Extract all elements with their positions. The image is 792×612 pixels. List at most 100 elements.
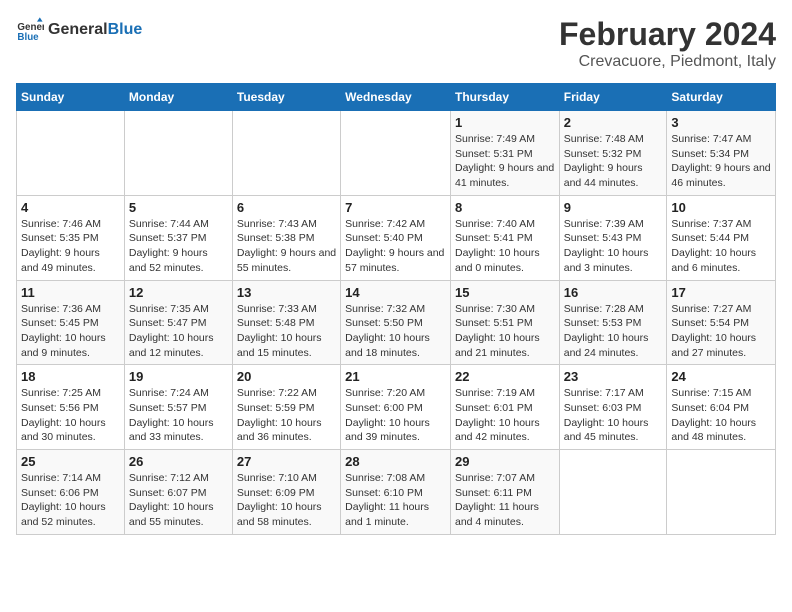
day-number: 8 [455,200,555,215]
day-info: Sunrise: 7:27 AMSunset: 5:54 PMDaylight:… [671,302,771,361]
day-info: Sunrise: 7:20 AMSunset: 6:00 PMDaylight:… [345,386,446,445]
day-cell: 26 Sunrise: 7:12 AMSunset: 6:07 PMDayligh… [124,450,232,535]
day-number: 13 [237,285,336,300]
day-info: Sunrise: 7:49 AMSunset: 5:31 PMDaylight:… [455,132,555,191]
day-number: 6 [237,200,336,215]
calendar-table: SundayMondayTuesdayWednesdayThursdayFrid… [16,83,776,535]
day-info: Sunrise: 7:44 AMSunset: 5:37 PMDaylight:… [129,217,228,276]
col-header-saturday: Saturday [667,84,776,111]
day-info: Sunrise: 7:32 AMSunset: 5:50 PMDaylight:… [345,302,446,361]
day-cell: 13 Sunrise: 7:33 AMSunset: 5:48 PMDayligh… [232,280,340,365]
day-info: Sunrise: 7:43 AMSunset: 5:38 PMDaylight:… [237,217,336,276]
week-row-1: 1 Sunrise: 7:49 AMSunset: 5:31 PMDaylight… [17,111,776,196]
day-info: Sunrise: 7:10 AMSunset: 6:09 PMDaylight:… [237,471,336,530]
title-area: February 2024 Crevacuore, Piedmont, Ital… [559,16,776,71]
day-number: 25 [21,454,120,469]
location: Crevacuore, Piedmont, Italy [559,53,776,71]
day-cell [341,111,451,196]
day-number: 23 [564,369,663,384]
week-row-5: 25 Sunrise: 7:14 AMSunset: 6:06 PMDayligh… [17,450,776,535]
day-info: Sunrise: 7:30 AMSunset: 5:51 PMDaylight:… [455,302,555,361]
day-number: 2 [564,115,663,130]
day-number: 16 [564,285,663,300]
day-cell: 18 Sunrise: 7:25 AMSunset: 5:56 PMDayligh… [17,365,125,450]
day-info: Sunrise: 7:25 AMSunset: 5:56 PMDaylight:… [21,386,120,445]
day-cell: 29 Sunrise: 7:07 AMSunset: 6:11 PMDayligh… [450,450,559,535]
day-number: 19 [129,369,228,384]
day-info: Sunrise: 7:33 AMSunset: 5:48 PMDaylight:… [237,302,336,361]
day-number: 12 [129,285,228,300]
day-info: Sunrise: 7:17 AMSunset: 6:03 PMDaylight:… [564,386,663,445]
day-info: Sunrise: 7:19 AMSunset: 6:01 PMDaylight:… [455,386,555,445]
day-info: Sunrise: 7:22 AMSunset: 5:59 PMDaylight:… [237,386,336,445]
day-cell: 19 Sunrise: 7:24 AMSunset: 5:57 PMDayligh… [124,365,232,450]
day-cell: 27 Sunrise: 7:10 AMSunset: 6:09 PMDayligh… [232,450,340,535]
day-info: Sunrise: 7:07 AMSunset: 6:11 PMDaylight:… [455,471,555,530]
day-number: 1 [455,115,555,130]
day-info: Sunrise: 7:36 AMSunset: 5:45 PMDaylight:… [21,302,120,361]
day-cell: 6 Sunrise: 7:43 AMSunset: 5:38 PMDaylight… [232,195,340,280]
day-number: 17 [671,285,771,300]
day-cell: 17 Sunrise: 7:27 AMSunset: 5:54 PMDayligh… [667,280,776,365]
day-info: Sunrise: 7:15 AMSunset: 6:04 PMDaylight:… [671,386,771,445]
day-number: 7 [345,200,446,215]
day-number: 4 [21,200,120,215]
day-cell: 21Sunrise: 7:20 AMSunset: 6:00 PMDayligh… [341,365,451,450]
day-info: Sunrise: 7:47 AMSunset: 5:34 PMDaylight:… [671,132,771,191]
day-cell [559,450,667,535]
svg-text:Blue: Blue [17,32,39,43]
day-cell: 7 Sunrise: 7:42 AMSunset: 5:40 PMDaylight… [341,195,451,280]
logo-icon: General Blue [16,16,44,44]
day-cell: 20 Sunrise: 7:22 AMSunset: 5:59 PMDayligh… [232,365,340,450]
day-cell: 15Sunrise: 7:30 AMSunset: 5:51 PMDayligh… [450,280,559,365]
day-info: Sunrise: 7:40 AMSunset: 5:41 PMDaylight:… [455,217,555,276]
day-info: Sunrise: 7:48 AMSunset: 5:32 PMDaylight:… [564,132,663,191]
day-cell: 11 Sunrise: 7:36 AMSunset: 5:45 PMDayligh… [17,280,125,365]
day-cell: 24 Sunrise: 7:15 AMSunset: 6:04 PMDayligh… [667,365,776,450]
day-cell: 1 Sunrise: 7:49 AMSunset: 5:31 PMDaylight… [450,111,559,196]
day-number: 11 [21,285,120,300]
col-header-thursday: Thursday [450,84,559,111]
day-cell [124,111,232,196]
day-number: 29 [455,454,555,469]
day-number: 18 [21,369,120,384]
day-info: Sunrise: 7:46 AMSunset: 5:35 PMDaylight:… [21,217,120,276]
day-cell: 25 Sunrise: 7:14 AMSunset: 6:06 PMDayligh… [17,450,125,535]
day-info: Sunrise: 7:35 AMSunset: 5:47 PMDaylight:… [129,302,228,361]
day-cell: 14Sunrise: 7:32 AMSunset: 5:50 PMDayligh… [341,280,451,365]
day-number: 20 [237,369,336,384]
day-number: 10 [671,200,771,215]
header: General Blue GeneralBlue February 2024 C… [16,16,776,71]
week-row-2: 4 Sunrise: 7:46 AMSunset: 5:35 PMDaylight… [17,195,776,280]
month-title: February 2024 [559,16,776,53]
day-cell: 12 Sunrise: 7:35 AMSunset: 5:47 PMDayligh… [124,280,232,365]
day-cell: 22 Sunrise: 7:19 AMSunset: 6:01 PMDayligh… [450,365,559,450]
logo-general: General [48,21,108,38]
day-cell [667,450,776,535]
col-header-sunday: Sunday [17,84,125,111]
col-header-friday: Friday [559,84,667,111]
day-number: 22 [455,369,555,384]
logo: General Blue GeneralBlue [16,16,142,44]
day-info: Sunrise: 7:42 AMSunset: 5:40 PMDaylight:… [345,217,446,276]
day-info: Sunrise: 7:39 AMSunset: 5:43 PMDaylight:… [564,217,663,276]
day-cell: 5Sunrise: 7:44 AMSunset: 5:37 PMDaylight… [124,195,232,280]
day-cell: 2 Sunrise: 7:48 AMSunset: 5:32 PMDaylight… [559,111,667,196]
day-cell: 4 Sunrise: 7:46 AMSunset: 5:35 PMDaylight… [17,195,125,280]
week-row-4: 18 Sunrise: 7:25 AMSunset: 5:56 PMDayligh… [17,365,776,450]
week-row-3: 11 Sunrise: 7:36 AMSunset: 5:45 PMDayligh… [17,280,776,365]
day-info: Sunrise: 7:14 AMSunset: 6:06 PMDaylight:… [21,471,120,530]
day-cell: 9Sunrise: 7:39 AMSunset: 5:43 PMDaylight… [559,195,667,280]
day-cell: 28Sunrise: 7:08 AMSunset: 6:10 PMDayligh… [341,450,451,535]
day-info: Sunrise: 7:24 AMSunset: 5:57 PMDaylight:… [129,386,228,445]
day-info: Sunrise: 7:12 AMSunset: 6:07 PMDaylight:… [129,471,228,530]
day-number: 24 [671,369,771,384]
day-info: Sunrise: 7:08 AMSunset: 6:10 PMDaylight:… [345,471,446,530]
day-number: 26 [129,454,228,469]
day-cell: 8 Sunrise: 7:40 AMSunset: 5:41 PMDaylight… [450,195,559,280]
day-info: Sunrise: 7:28 AMSunset: 5:53 PMDaylight:… [564,302,663,361]
day-cell: 16 Sunrise: 7:28 AMSunset: 5:53 PMDayligh… [559,280,667,365]
day-cell [17,111,125,196]
logo-blue: Blue [108,21,143,38]
day-number: 27 [237,454,336,469]
